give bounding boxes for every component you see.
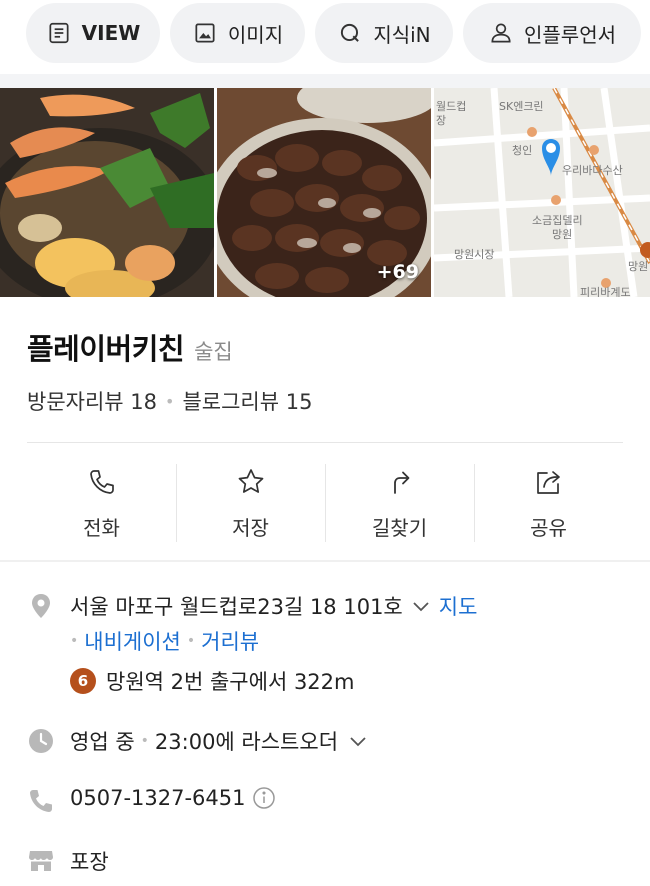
star-icon (238, 469, 263, 493)
business-hours[interactable]: 영업 중 • 23:00에 라스트오더 (70, 726, 368, 756)
review-counts: 방문자리뷰 18 • 블로그리뷰 15 (27, 386, 312, 416)
phone-icon (30, 790, 52, 812)
map-label: 망원 (552, 228, 572, 241)
tab-kin[interactable]: 지식iN (315, 3, 453, 63)
phone-icon (89, 470, 114, 494)
streetview-link[interactable]: 거리뷰 (201, 626, 259, 656)
map-label: 청인 (512, 144, 532, 157)
phone-number[interactable]: 0507-1327-6451 (70, 786, 246, 810)
blog-reviews-link[interactable]: 블로그리뷰 15 (182, 386, 312, 416)
clock-icon (29, 729, 53, 753)
location-pin-icon (32, 594, 50, 618)
section-divider (0, 560, 650, 562)
subway-line-badge: 6 (70, 668, 96, 694)
tab-influencer-label: 인플루언서 (524, 22, 616, 47)
map-label: 우리바다수산 (562, 164, 623, 177)
share-button[interactable]: 공유 (474, 462, 623, 542)
subway-info: 6 망원역 2번 출구에서 322m (70, 666, 355, 696)
info-icon[interactable] (252, 786, 276, 810)
separator-dot: • (186, 633, 196, 649)
place-category: 술집 (194, 340, 233, 364)
service-type: 포장 (70, 850, 109, 874)
section-divider (0, 74, 650, 88)
separator-dot: • (165, 391, 175, 411)
place-title: 플레이버키친 술집 (27, 326, 233, 368)
call-label: 전화 (83, 516, 120, 540)
address-links: • 내비게이션 • 거리뷰 (70, 626, 259, 656)
person-icon (491, 23, 511, 43)
map-label: 소금집델리 (532, 214, 583, 227)
search-tabs: VIEW 이미지 지식iN 인플루언서 (0, 0, 650, 72)
kin-icon (341, 23, 360, 42)
separator-dot: • (70, 633, 79, 649)
divider-line (27, 442, 623, 443)
image-icon (195, 23, 215, 43)
directions-button[interactable]: 길찾기 (325, 462, 474, 542)
map-label: 월드컵 (436, 100, 466, 113)
map-label: 망원 (628, 260, 648, 273)
separator-dot: • (140, 733, 149, 749)
action-bar: 전화 저장 길찾기 공유 (27, 462, 623, 542)
map-label: SK엔크린 (499, 100, 544, 113)
map-link[interactable]: 지도 (439, 591, 478, 621)
call-button[interactable]: 전화 (27, 462, 176, 542)
navigation-link[interactable]: 내비게이션 (84, 626, 181, 656)
save-button[interactable]: 저장 (176, 462, 325, 542)
save-label: 저장 (232, 516, 269, 540)
tab-image-label: 이미지 (227, 22, 284, 47)
tab-image[interactable]: 이미지 (170, 3, 305, 63)
more-photos-count: +69 (376, 261, 419, 283)
view-icon (49, 22, 69, 44)
store-icon (29, 851, 53, 871)
chevron-down-icon[interactable] (411, 596, 431, 616)
directions-icon (393, 471, 409, 494)
photo-shrimp-dish[interactable] (0, 88, 214, 297)
map-label: 피리바계도 (580, 286, 631, 297)
address-text: 서울 마포구 월드컵로23길 18 101호 (70, 595, 403, 619)
tab-influencer[interactable]: 인플루언서 (463, 3, 641, 63)
map-label: 장 (436, 114, 446, 127)
tab-view[interactable]: VIEW (26, 3, 160, 63)
map-label: 망원시장 (454, 248, 494, 261)
place-name: 플레이버키친 (27, 332, 185, 366)
hours-status: 영업 중 (70, 730, 135, 754)
chevron-down-icon[interactable] (348, 731, 368, 751)
tab-kin-label: 지식iN (373, 22, 431, 47)
visitor-reviews-link[interactable]: 방문자리뷰 18 (27, 386, 157, 416)
share-label: 공유 (530, 516, 567, 540)
share-icon (536, 471, 560, 494)
map-thumbnail[interactable]: 월드컵 장 SK엔크린 청인 우리바다수산 소금집델리 망원 망원시장 망원 피… (434, 88, 650, 297)
subway-text: 망원역 2번 출구에서 322m (106, 670, 355, 694)
tab-view-label: VIEW (81, 21, 141, 45)
photo-clam-dish[interactable]: +69 (217, 88, 431, 297)
photo-strip: +69 월드컵 장 SK엔크린 청인 우리바다수산 소금집델리 망원 망원시장 … (0, 88, 650, 297)
directions-label: 길찾기 (371, 516, 428, 540)
phone-row: 0507-1327-6451 (70, 786, 276, 810)
hours-text: 23:00에 라스트오더 (154, 730, 339, 754)
address-row: 서울 마포구 월드컵로23길 18 101호 지도 (70, 591, 477, 621)
